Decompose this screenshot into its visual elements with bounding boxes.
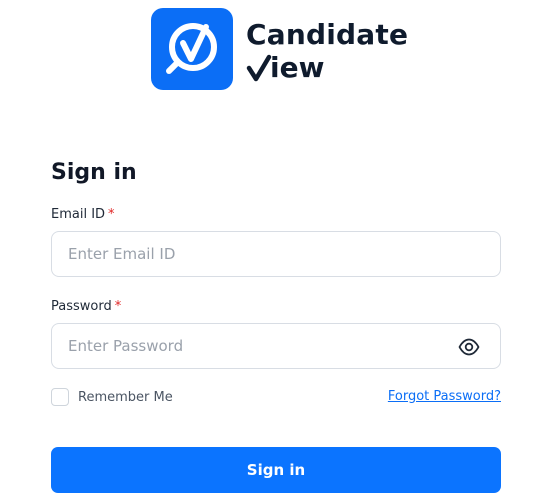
logo-icon	[151, 8, 233, 90]
brand-name-line2: iew	[246, 54, 408, 82]
page-title: Sign in	[51, 160, 137, 185]
email-label: Email ID *	[51, 207, 115, 222]
password-label-text: Password	[51, 299, 112, 314]
required-asterisk: *	[108, 207, 115, 222]
email-input[interactable]	[52, 232, 438, 276]
brand-name-line2-text: iew	[270, 51, 325, 84]
password-label: Password *	[51, 299, 121, 314]
brand-wordmark: Candidate iew	[246, 8, 408, 82]
forgot-password-link[interactable]: Forgot Password?	[388, 389, 501, 404]
email-label-text: Email ID	[51, 207, 106, 222]
remember-me-checkbox[interactable]	[51, 388, 69, 406]
form-options-row: Remember Me Forgot Password?	[51, 388, 501, 408]
brand-name-line1: Candidate	[246, 18, 409, 51]
remember-me-label[interactable]: Remember Me	[78, 390, 173, 405]
brand-header: Candidate iew	[151, 8, 408, 90]
password-field	[51, 323, 501, 369]
check-v-icon	[246, 54, 272, 82]
password-input[interactable]	[52, 324, 438, 368]
remember-me: Remember Me	[51, 388, 173, 406]
required-asterisk: *	[114, 299, 122, 314]
eye-icon[interactable]	[458, 337, 480, 357]
sign-in-button[interactable]: Sign in	[51, 447, 501, 493]
check-in-magnifier-icon	[166, 23, 217, 74]
email-field	[51, 231, 501, 277]
